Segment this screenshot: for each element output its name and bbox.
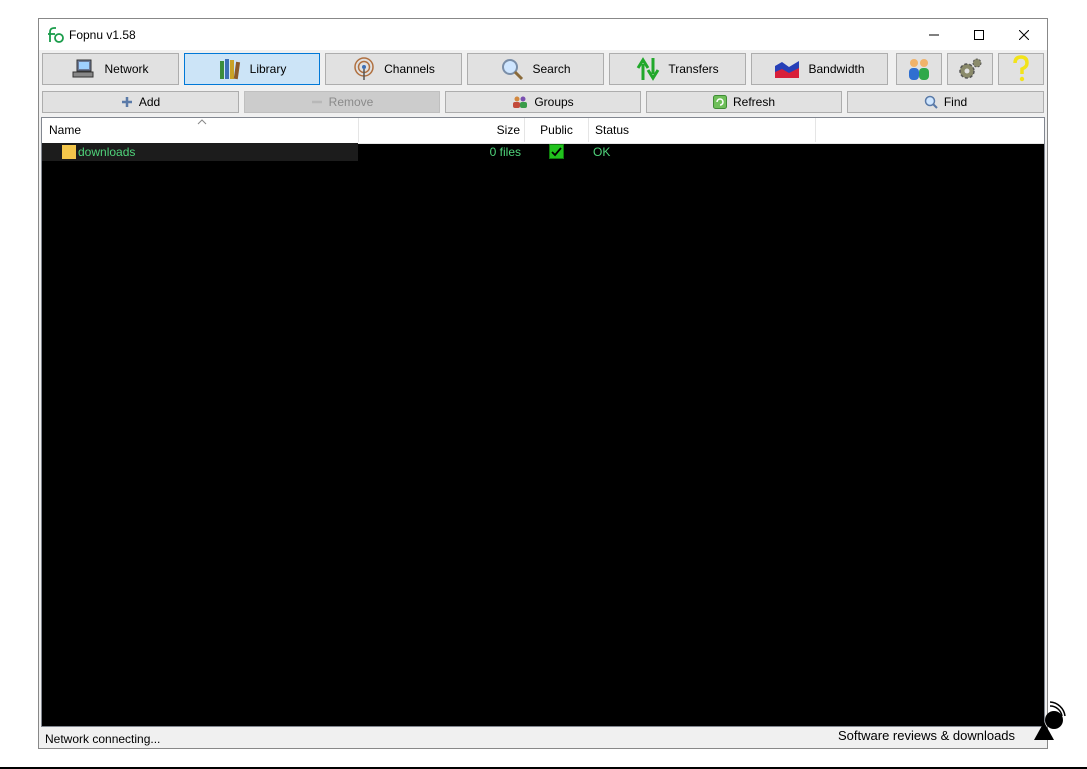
help-button[interactable]	[998, 53, 1044, 85]
transfers-button[interactable]: Transfers	[609, 53, 746, 85]
row-status: OK	[593, 145, 611, 159]
list-item[interactable]: downloads 0 files OK	[42, 143, 1044, 161]
add-label: Add	[138, 95, 161, 109]
help-icon	[1013, 55, 1029, 82]
column-name-label: Name	[49, 123, 82, 137]
users-icon	[909, 59, 929, 80]
fopnu-logo-icon	[48, 27, 64, 43]
bandwidth-button[interactable]: Bandwidth	[751, 53, 888, 85]
checkmark-icon	[551, 147, 562, 157]
channels-antenna-icon	[354, 57, 374, 80]
channels-label: Channels	[384, 62, 435, 76]
minimize-icon	[929, 34, 939, 35]
column-header-status[interactable]: Status	[589, 118, 816, 142]
network-button[interactable]: Network	[42, 53, 179, 85]
title-bar: Fopnu v1.58	[39, 19, 1047, 50]
library-books-icon	[219, 59, 240, 80]
remove-label: Remove	[328, 95, 374, 109]
find-label: Find	[943, 95, 968, 109]
groups-button[interactable]: Groups	[445, 91, 641, 113]
search-magnifier-icon	[502, 59, 524, 81]
status-text: Network connecting...	[45, 732, 161, 746]
find-button[interactable]: Find	[847, 91, 1044, 113]
remove-button[interactable]: Remove	[244, 91, 440, 113]
folder-icon	[62, 145, 76, 159]
sort-ascending-icon	[197, 119, 207, 125]
transfers-label: Transfers	[668, 62, 719, 76]
refresh-button[interactable]: Refresh	[646, 91, 842, 113]
find-magnifier-icon	[924, 95, 938, 109]
library-label: Library	[249, 62, 287, 76]
watermark-logo-icon	[1034, 701, 1066, 740]
network-computer-icon	[72, 59, 94, 78]
add-button[interactable]: Add	[42, 91, 239, 113]
maximize-icon	[974, 29, 984, 40]
column-public-label: Public	[540, 123, 573, 137]
library-list[interactable]: Name Size Public Status downloads 0 file…	[41, 117, 1045, 727]
column-size-label: Size	[496, 123, 520, 137]
column-header-public[interactable]: Public	[525, 118, 589, 142]
minimize-button[interactable]	[911, 19, 957, 50]
bandwidth-graph-icon	[775, 61, 800, 78]
refresh-icon	[712, 95, 727, 109]
maximize-button[interactable]	[956, 19, 1002, 50]
app-window: Fopnu v1.58 Network Library Channels Sea…	[38, 18, 1048, 749]
library-button[interactable]: Library	[184, 53, 320, 85]
list-header: Name Size Public Status	[42, 118, 1044, 144]
window-title: Fopnu v1.58	[69, 28, 136, 42]
search-button[interactable]: Search	[467, 53, 604, 85]
bandwidth-label: Bandwidth	[808, 62, 865, 76]
row-name: downloads	[78, 145, 136, 159]
search-label: Search	[532, 62, 571, 76]
column-status-label: Status	[595, 123, 630, 137]
watermark-text: Software reviews & downloads	[838, 728, 1016, 743]
refresh-label: Refresh	[732, 95, 776, 109]
groups-icon	[513, 96, 528, 108]
plus-icon	[121, 97, 132, 107]
network-label: Network	[104, 62, 149, 76]
users-button[interactable]	[896, 53, 942, 85]
groups-label: Groups	[534, 95, 574, 109]
close-icon	[1019, 29, 1029, 40]
public-checkbox[interactable]	[549, 144, 564, 159]
column-header-size[interactable]: Size	[359, 118, 525, 142]
transfers-arrows-icon	[637, 57, 660, 81]
close-button[interactable]	[1001, 19, 1047, 50]
settings-button[interactable]	[947, 53, 993, 85]
row-size: 0 files	[489, 145, 521, 159]
minus-icon	[311, 100, 322, 104]
channels-button[interactable]: Channels	[325, 53, 462, 85]
gear-icon	[959, 58, 982, 79]
